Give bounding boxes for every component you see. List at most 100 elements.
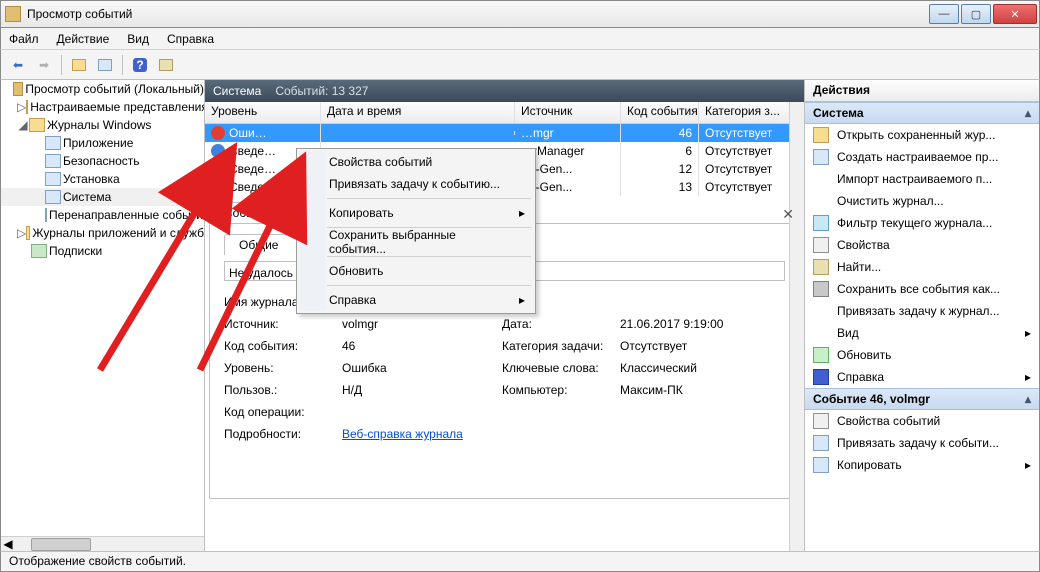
info-icon [211, 144, 225, 158]
event-list-header[interactable]: Уровень Дата и время Источник Код событи… [205, 102, 804, 124]
refresh-icon [813, 347, 829, 363]
menu-file[interactable]: Файл [9, 32, 39, 46]
list-icon [98, 59, 112, 71]
col-eventid[interactable]: Код события [621, 102, 699, 123]
actions-group-system[interactable]: Система▴ [805, 102, 1039, 124]
center-vscrollbar[interactable] [789, 102, 804, 551]
folder-open-icon [813, 127, 829, 143]
help-icon [813, 369, 829, 385]
val-computer: Максим-ПК [620, 383, 780, 397]
attach-icon [813, 435, 829, 451]
create-icon [813, 149, 829, 165]
menu-help[interactable]: Справка [167, 32, 214, 46]
action-attach-task[interactable]: Привязать задачу к журнал... [805, 300, 1039, 322]
close-button[interactable]: ✕ [993, 4, 1037, 24]
ctx-event-properties[interactable]: Свойства событий [299, 151, 533, 173]
back-button[interactable]: ⬅ [7, 54, 29, 76]
val-user: Н/Д [342, 383, 502, 397]
event-row[interactable]: Оши……mgr46Отсутствует [205, 124, 804, 142]
col-source[interactable]: Источник [515, 102, 621, 123]
error-icon [211, 126, 225, 140]
panel-toggle-button[interactable] [155, 54, 177, 76]
action-open-saved[interactable]: Открыть сохраненный жур... [805, 124, 1039, 146]
maximize-button[interactable]: ▢ [961, 4, 991, 24]
tree-hscrollbar[interactable]: ◀ [1, 536, 204, 551]
action-save-all[interactable]: Сохранить все события как... [805, 278, 1039, 300]
status-bar: Отображение свойств событий. [0, 551, 1040, 572]
props-button[interactable] [94, 54, 116, 76]
minimize-button[interactable]: — [929, 4, 959, 24]
action-event-attach[interactable]: Привязать задачу к событи... [805, 432, 1039, 454]
action-import-view[interactable]: Импорт настраиваемого п... [805, 168, 1039, 190]
val-keywords: Классический [620, 361, 780, 375]
log-icon [45, 190, 61, 204]
ctx-save-selected[interactable]: Сохранить выбранные события... [299, 231, 533, 253]
help-button[interactable]: ? [129, 54, 151, 76]
lbl-keywords: Ключевые слова: [502, 361, 620, 375]
ctx-refresh[interactable]: Обновить [299, 260, 533, 282]
submenu-arrow-icon: ▸ [1025, 326, 1031, 340]
submenu-arrow-icon: ▸ [519, 293, 525, 307]
copy-icon [813, 457, 829, 473]
action-properties[interactable]: Свойства [805, 234, 1039, 256]
folder-icon [26, 100, 28, 114]
action-refresh[interactable]: Обновить [805, 344, 1039, 366]
panel-icon [72, 59, 86, 71]
action-clear-log[interactable]: Очистить журнал... [805, 190, 1039, 212]
details-close-icon[interactable]: ✕ [782, 206, 794, 223]
app-icon [5, 6, 21, 22]
lbl-date: Дата: [502, 317, 620, 331]
menu-action[interactable]: Действие [57, 32, 110, 46]
submenu-arrow-icon: ▸ [1025, 458, 1031, 472]
web-help-link[interactable]: Веб-справка журнала [342, 427, 463, 441]
action-filter-log[interactable]: Фильтр текущего журнала... [805, 212, 1039, 234]
log-icon [45, 208, 47, 222]
properties-icon [813, 237, 829, 253]
action-help[interactable]: Справка▸ [805, 366, 1039, 388]
action-find[interactable]: Найти... [805, 256, 1039, 278]
log-icon [45, 154, 61, 168]
ctx-attach-task[interactable]: Привязать задачу к событию... [299, 173, 533, 195]
action-view[interactable]: Вид▸ [805, 322, 1039, 344]
show-tree-button[interactable] [68, 54, 90, 76]
tree-root[interactable]: Просмотр событий (Локальный) [1, 80, 204, 98]
menu-view[interactable]: Вид [127, 32, 149, 46]
find-icon [813, 259, 829, 275]
arrow-left-icon: ⬅ [13, 58, 23, 72]
lbl-level: Уровень: [224, 361, 342, 375]
filter-icon [813, 215, 829, 231]
ctx-help[interactable]: Справка▸ [299, 289, 533, 311]
layout-icon [159, 59, 173, 71]
ctx-copy[interactable]: Копировать▸ [299, 202, 533, 224]
val-taskcat: Отсутствует [620, 339, 780, 353]
action-event-properties[interactable]: Свойства событий [805, 410, 1039, 432]
col-level[interactable]: Уровень [205, 102, 321, 123]
forward-button[interactable]: ➡ [33, 54, 55, 76]
val-level: Ошибка [342, 361, 502, 375]
center-title: Система [213, 84, 261, 98]
info-icon [211, 180, 225, 194]
lbl-more: Подробности: [224, 427, 342, 441]
tree-log-security[interactable]: Безопасность [1, 152, 204, 170]
actions-header: Действия [805, 80, 1039, 102]
context-menu[interactable]: Свойства событий Привязать задачу к собы… [296, 148, 536, 314]
arrow-right-icon: ➡ [39, 58, 49, 72]
tree-app-logs[interactable]: ▷Журналы приложений и служб [1, 224, 204, 242]
log-icon [45, 172, 61, 186]
tree-windows-logs[interactable]: ◢Журналы Windows [1, 116, 204, 134]
tree-subscriptions[interactable]: Подписки [1, 242, 204, 260]
subscription-icon [31, 244, 47, 258]
lbl-eventid: Код события: [224, 339, 342, 353]
eventviewer-icon [13, 82, 24, 96]
tree-log-setup[interactable]: Установка [1, 170, 204, 188]
actions-group-event[interactable]: Событие 46, volmgr▴ [805, 388, 1039, 410]
lbl-user: Пользов.: [224, 383, 342, 397]
col-datetime[interactable]: Дата и время [321, 102, 515, 123]
tree-log-application[interactable]: Приложение [1, 134, 204, 152]
tree-log-forwarded[interactable]: Перенаправленные события [1, 206, 204, 224]
tree-custom-views[interactable]: ▷Настраиваемые представления [1, 98, 204, 116]
action-create-view[interactable]: Создать настраиваемое пр... [805, 146, 1039, 168]
collapse-icon: ▴ [1025, 392, 1031, 406]
action-event-copy[interactable]: Копировать▸ [805, 454, 1039, 476]
tree-log-system[interactable]: Система [1, 188, 204, 206]
